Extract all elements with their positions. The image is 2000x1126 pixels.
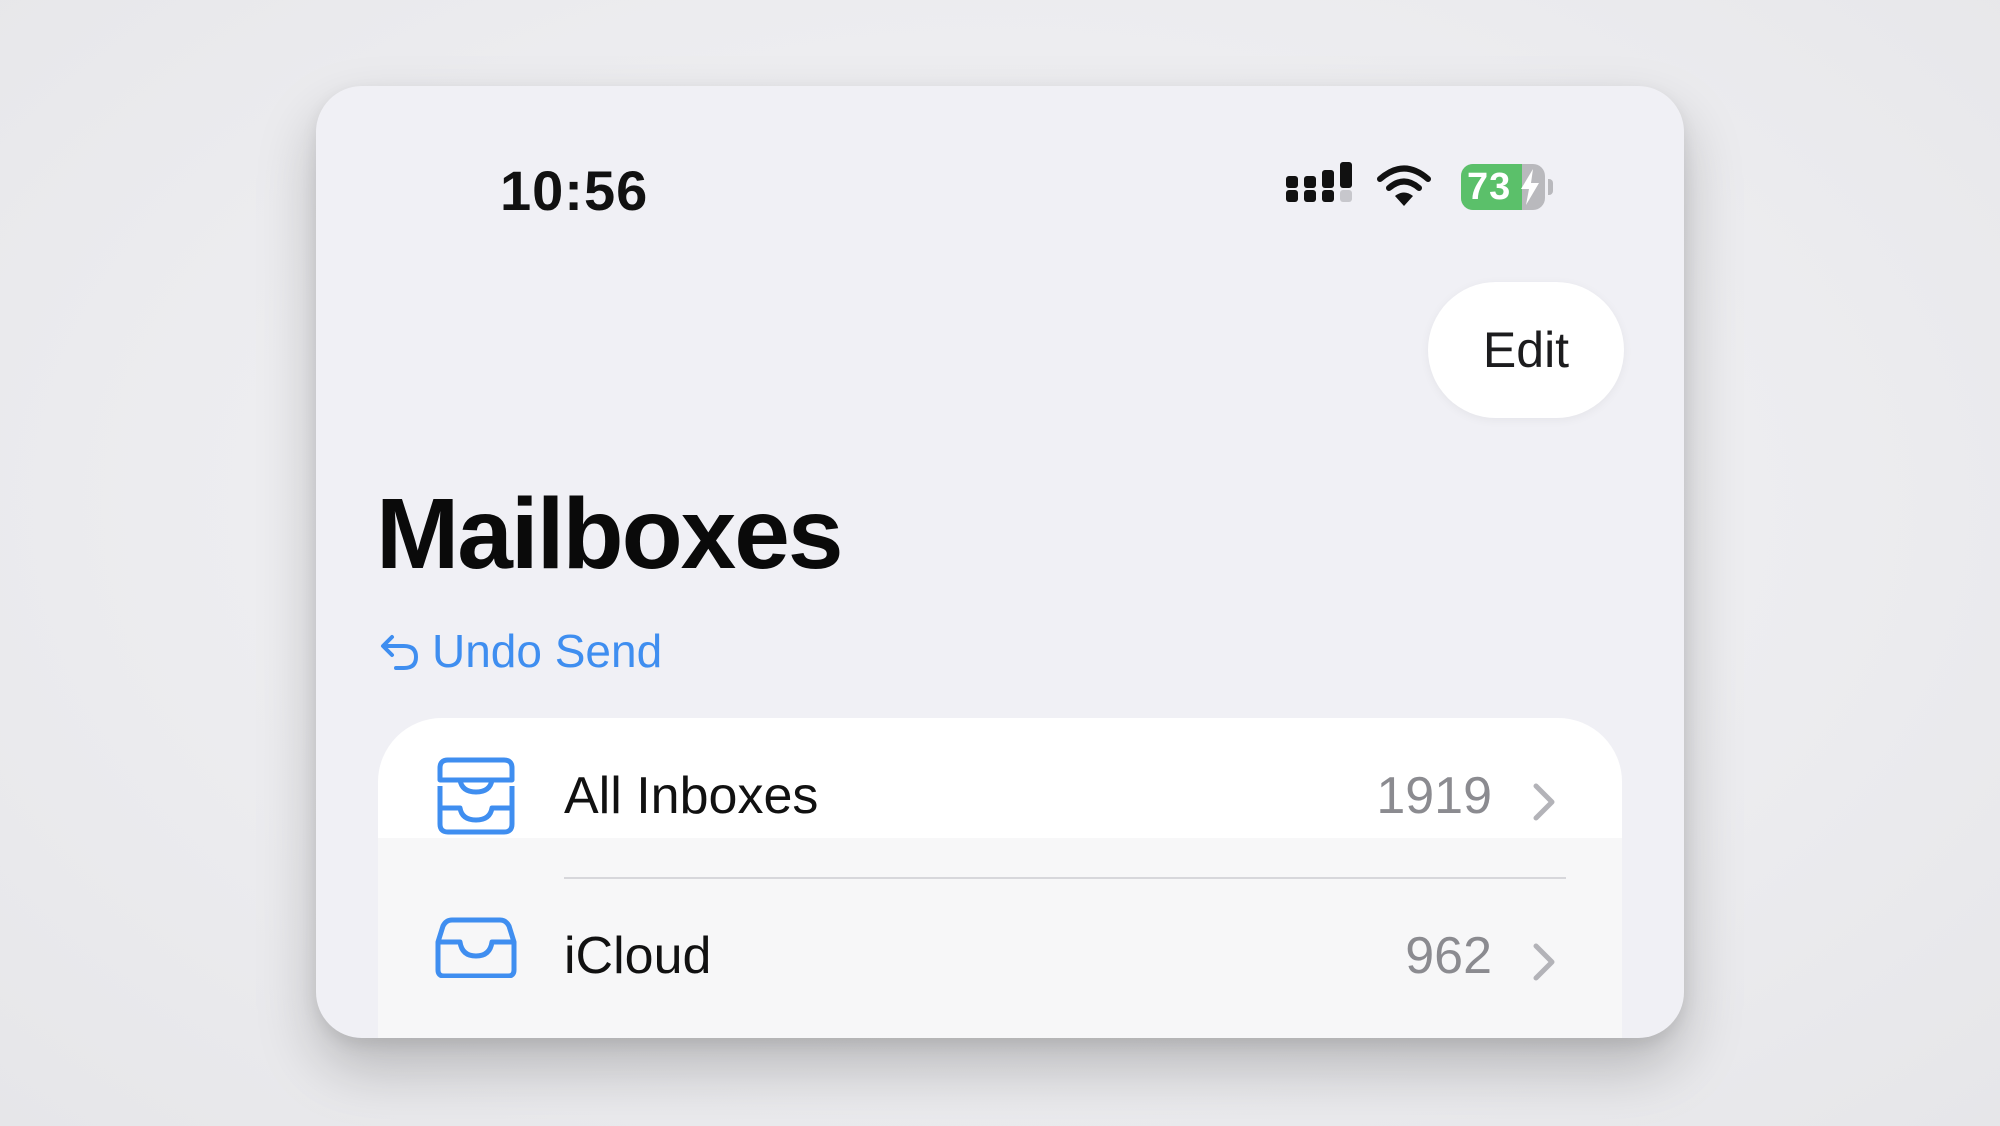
undo-arrow-icon: [381, 635, 419, 670]
undo-send-button[interactable]: Undo Send: [378, 624, 662, 678]
battery-percentage: 73: [1467, 166, 1512, 208]
tray-icon: [435, 917, 517, 978]
mailbox-row-all-inboxes[interactable]: All Inboxes 1919: [378, 718, 1622, 879]
battery-body: 73: [1461, 164, 1545, 210]
tray-stack-icon: [437, 757, 515, 835]
mailbox-count: 1919: [1376, 767, 1492, 825]
page-title: Mailboxes: [376, 478, 843, 590]
cellular-signal-icon: [1286, 162, 1352, 202]
status-time: 10:56: [500, 159, 649, 222]
mailbox-count: 962: [1405, 927, 1492, 985]
charging-bolt-icon: [1521, 169, 1539, 205]
battery-indicator: 73: [1461, 164, 1553, 210]
row-divider: [564, 877, 1566, 879]
battery-tip: [1548, 179, 1553, 195]
mailbox-label: All Inboxes: [564, 767, 819, 825]
mailbox-label: iCloud: [564, 927, 712, 985]
chevron-right-icon: [1533, 783, 1555, 821]
phone-screen: 10:56 73 Edit Mailboxes Undo Send All In…: [316, 86, 1684, 1038]
edit-button[interactable]: Edit: [1428, 282, 1624, 418]
mailbox-row-icloud[interactable]: iCloud 962: [378, 880, 1622, 1038]
wifi-icon: [1377, 165, 1431, 206]
chevron-right-icon: [1533, 943, 1555, 981]
undo-send-label: Undo Send: [432, 625, 663, 677]
mailbox-list: All Inboxes 1919 iCloud 962: [378, 718, 1622, 1038]
